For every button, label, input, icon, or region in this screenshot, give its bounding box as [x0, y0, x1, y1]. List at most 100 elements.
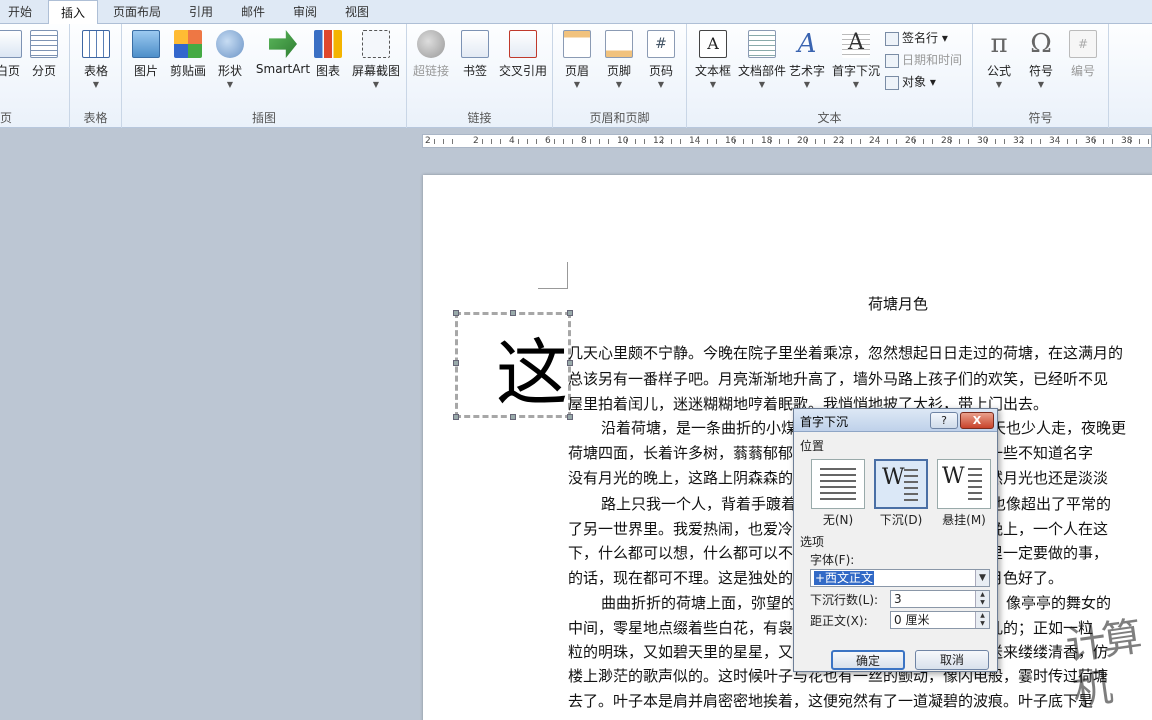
document-line: 去了。叶子本是肩并肩密密地挨着，这便宛然有了一道凝碧的波痕。叶子底下是 — [568, 692, 1094, 710]
page-break-button[interactable]: 分页 — [24, 30, 64, 79]
picture-button[interactable]: 图片 — [126, 30, 166, 79]
group-label-links: 链接 — [467, 111, 492, 125]
horizontal-ruler[interactable]: 2 2 4 6 8 10 12 14 16 18 20 22 24 26 28 30 32 34 36 38 — [422, 134, 1152, 148]
smartart-button[interactable]: SmartArt — [254, 30, 312, 76]
page-number-button[interactable]: # 页码 ▼ — [641, 30, 681, 89]
footer-button[interactable]: 页脚 ▼ — [599, 30, 639, 89]
shapes-button[interactable]: 形状 ▼ — [210, 30, 250, 89]
dialog-title-bar[interactable]: 首字下沉 ? X — [794, 409, 997, 432]
number-button[interactable]: # 编号 — [1063, 30, 1103, 79]
font-select[interactable]: +西文正文 ▼ — [810, 569, 990, 587]
dropdown-arrow-icon: ▼ — [615, 80, 623, 89]
dropdown-arrow-icon: ▼ — [226, 80, 234, 89]
resize-handle[interactable] — [453, 414, 459, 420]
ruler-tick — [1148, 139, 1149, 144]
resize-handle[interactable] — [567, 310, 573, 316]
tab-references[interactable]: 引用 — [178, 0, 224, 24]
chart-icon — [314, 30, 342, 58]
ruler-tick — [452, 139, 453, 144]
clip-art-button[interactable]: 剪贴画 — [168, 30, 208, 79]
spin-arrows-icon[interactable]: ▲ ▼ — [975, 612, 989, 628]
tab-view[interactable]: 视图 — [334, 0, 380, 24]
lines-to-drop-stepper[interactable]: 3 ▲ ▼ — [890, 590, 990, 608]
ribbon-tab-bar: 开始 插入 页面布局 引用 邮件 审阅 视图 — [0, 0, 1152, 25]
chart-button[interactable]: 图表 — [308, 30, 348, 79]
group-symbols: π 公式 ▼ Ω 符号 ▼ # 编号 符号 — [973, 24, 1109, 128]
hyperlink-button[interactable]: 超链接 — [411, 30, 451, 79]
ruler-tick — [1139, 139, 1140, 144]
tab-page-layout[interactable]: 页面布局 — [104, 0, 170, 24]
dropdown-arrow-icon: ▼ — [573, 80, 581, 89]
font-label: 字体(F): — [810, 553, 855, 567]
quick-parts-button[interactable]: 文档部件 ▼ — [737, 30, 787, 89]
dropdown-arrow-icon: ▼ — [803, 80, 811, 89]
drop-cap-frame[interactable]: 这 — [453, 310, 573, 420]
help-button[interactable]: ? — [930, 412, 958, 429]
ruler-tick — [1130, 139, 1131, 144]
ruler-tick — [554, 139, 555, 144]
option-in-margin[interactable]: W — [937, 459, 991, 509]
number-icon: # — [1069, 30, 1097, 58]
ruler-tick — [1067, 139, 1068, 144]
ruler-tick — [1112, 139, 1113, 144]
table-button[interactable]: 表格 ▼ — [76, 30, 116, 89]
resize-handle[interactable] — [453, 360, 459, 366]
ruler-tick — [959, 139, 960, 144]
ruler-tick — [563, 139, 564, 144]
omega-icon: Ω — [1030, 29, 1052, 59]
spin-arrows-icon[interactable]: ▲ ▼ — [975, 591, 989, 607]
close-button[interactable]: X — [960, 412, 994, 429]
distance-from-text-value: 0 厘米 — [894, 613, 930, 627]
ruler-tick — [491, 139, 492, 144]
document-page[interactable]: 荷塘月色 这 几天心里颇不宁静。今晚在院子里坐着乘凉，忽然想起日日走过的荷塘，在… — [423, 175, 1152, 720]
clip-art-icon — [174, 30, 202, 58]
tab-insert[interactable]: 插入 — [48, 0, 98, 25]
drop-cap-button[interactable]: A 首字下沉 ▼ — [831, 30, 881, 89]
equation-button[interactable]: π 公式 ▼ — [979, 30, 1019, 89]
bookmark-button[interactable]: 书签 — [455, 30, 495, 79]
cancel-button[interactable]: 取消 — [915, 650, 989, 670]
option-none[interactable] — [811, 459, 865, 509]
tab-home[interactable]: 开始 — [0, 0, 40, 24]
wordart-button[interactable]: A 艺术字 ▼ — [787, 30, 827, 89]
object-button[interactable]: 对象 ▾ — [885, 72, 936, 92]
signature-line-button[interactable]: 签名行 ▾ — [885, 28, 948, 48]
text-box-button[interactable]: A 文本框 ▼ — [693, 30, 733, 89]
screenshot-icon — [362, 30, 390, 58]
text-small-buttons: 签名行 ▾ 日期和时间 对象 ▾ — [885, 28, 973, 98]
lines-preview-icon — [904, 469, 918, 505]
ruler-tick — [1022, 139, 1023, 144]
ruler-tick — [968, 139, 969, 144]
group-label-table: 表格 — [83, 111, 108, 125]
ruler-tick — [788, 139, 789, 144]
header-button[interactable]: 页眉 ▼ — [557, 30, 597, 89]
tab-mailings[interactable]: 邮件 — [230, 0, 276, 24]
tab-review[interactable]: 审阅 — [282, 0, 328, 24]
document-title: 荷塘月色 — [868, 295, 929, 313]
resize-handle[interactable] — [453, 310, 459, 316]
ruler-tick — [932, 139, 933, 144]
option-dropped[interactable]: W — [874, 459, 928, 509]
ruler-tick — [1103, 139, 1104, 144]
ruler-tick — [779, 139, 780, 144]
margin-w-icon: W — [942, 464, 965, 489]
ruler-tick — [635, 139, 636, 144]
distance-from-text-stepper[interactable]: 0 厘米 ▲ ▼ — [890, 611, 990, 629]
chevron-down-icon[interactable]: ▼ — [975, 570, 989, 586]
dropped-w-icon: W — [882, 465, 905, 490]
cross-reference-button[interactable]: 交叉引用 — [497, 30, 549, 79]
ruler-tick — [518, 139, 519, 144]
ok-button[interactable]: 确定 — [831, 650, 905, 670]
ruler-tick — [1031, 139, 1032, 144]
ruler-tick — [887, 139, 888, 144]
options-section-label: 选项 — [800, 535, 825, 549]
ruler-tick — [815, 139, 816, 144]
resize-handle[interactable] — [510, 310, 516, 316]
ruler-number: 2 — [473, 136, 479, 146]
ruler-tick — [443, 139, 444, 144]
drop-cap-icon: A — [842, 30, 870, 58]
ruler-tick — [806, 139, 807, 144]
screenshot-button[interactable]: 屏幕截图 ▼ — [350, 30, 402, 89]
symbol-button[interactable]: Ω 符号 ▼ — [1021, 30, 1061, 89]
date-time-button[interactable]: 日期和时间 — [885, 50, 962, 70]
